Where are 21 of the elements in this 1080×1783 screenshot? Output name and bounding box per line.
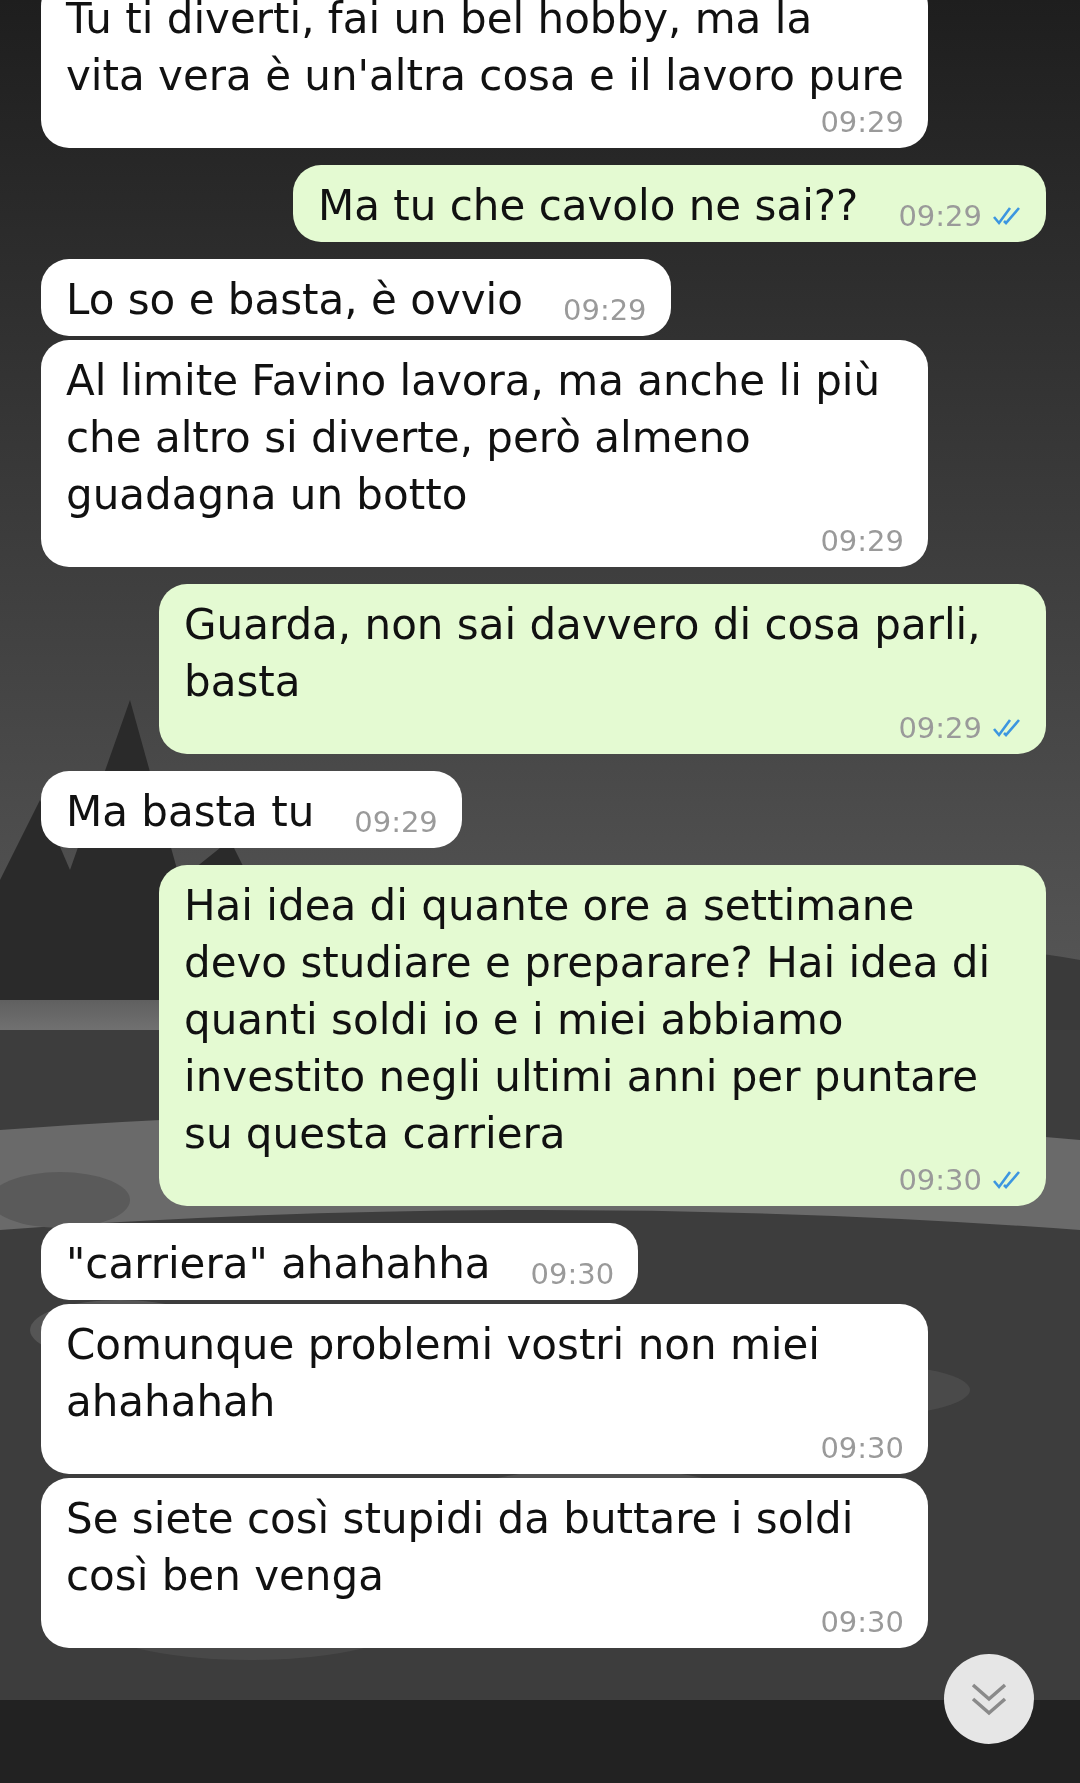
- message-text: Ma tu che cavolo ne sai??: [317, 180, 859, 232]
- message-text: Se siete così stupidi da buttare i soldi così ben venga: [66, 1493, 855, 1602]
- message-text: Comunque problemi vostri non miei ahahahah: [66, 1319, 821, 1428]
- message-text: Guarda, non sai davvero di cosa parli, basta: [184, 599, 982, 708]
- message-time: 09:30: [530, 1256, 615, 1292]
- message-text: Hai idea di quante ore a settimane devo studiare e preparare? Hai idea di quanti soldi io e i miei abbiamo investito negli ultimi anni per puntare su questa carriera: [184, 880, 992, 1160]
- message-time: 09:29: [354, 804, 438, 840]
- message-time: 09:29: [898, 710, 982, 746]
- message-time: 09:30: [820, 1604, 904, 1640]
- message-text: Tu ti diverti, fai un bel hobby, ma la vita vera è un'altra cosa e il lavoro pure: [66, 0, 904, 102]
- message-text: Ma basta tu: [66, 786, 315, 838]
- message-text: "carriera" ahahahha: [66, 1238, 491, 1290]
- double-chevron-down-icon: [969, 1681, 1009, 1717]
- message-text: Al limite Favino lavora, ma anche li più che altro si diverte, però almeno guadagna un botto: [66, 355, 882, 521]
- message-time: 09:30: [898, 1162, 982, 1198]
- message-time: 09:29: [898, 198, 982, 234]
- message-time: 09:29: [820, 104, 904, 140]
- message-text: Lo so e basta, è ovvio: [66, 274, 523, 326]
- message-time: 09:29: [820, 523, 904, 559]
- message-time: 09:29: [563, 292, 647, 328]
- message-time: 09:30: [820, 1430, 904, 1466]
